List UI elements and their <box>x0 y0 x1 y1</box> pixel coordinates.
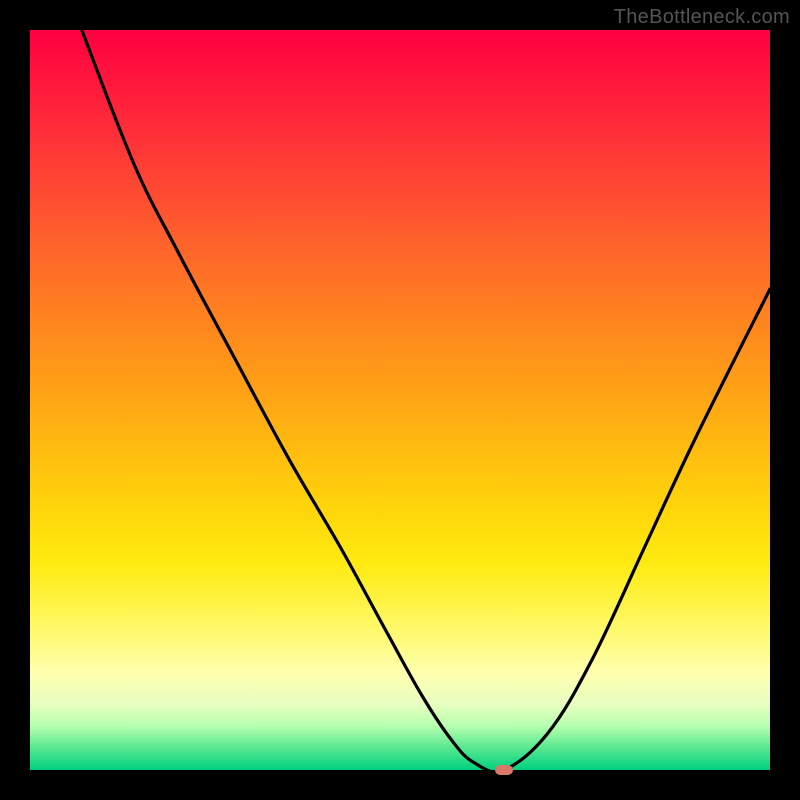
chart-frame: TheBottleneck.com <box>0 0 800 800</box>
plot-area <box>30 30 770 770</box>
optimal-marker <box>495 765 513 775</box>
bottleneck-curve <box>30 30 770 770</box>
watermark-text: TheBottleneck.com <box>614 6 790 29</box>
